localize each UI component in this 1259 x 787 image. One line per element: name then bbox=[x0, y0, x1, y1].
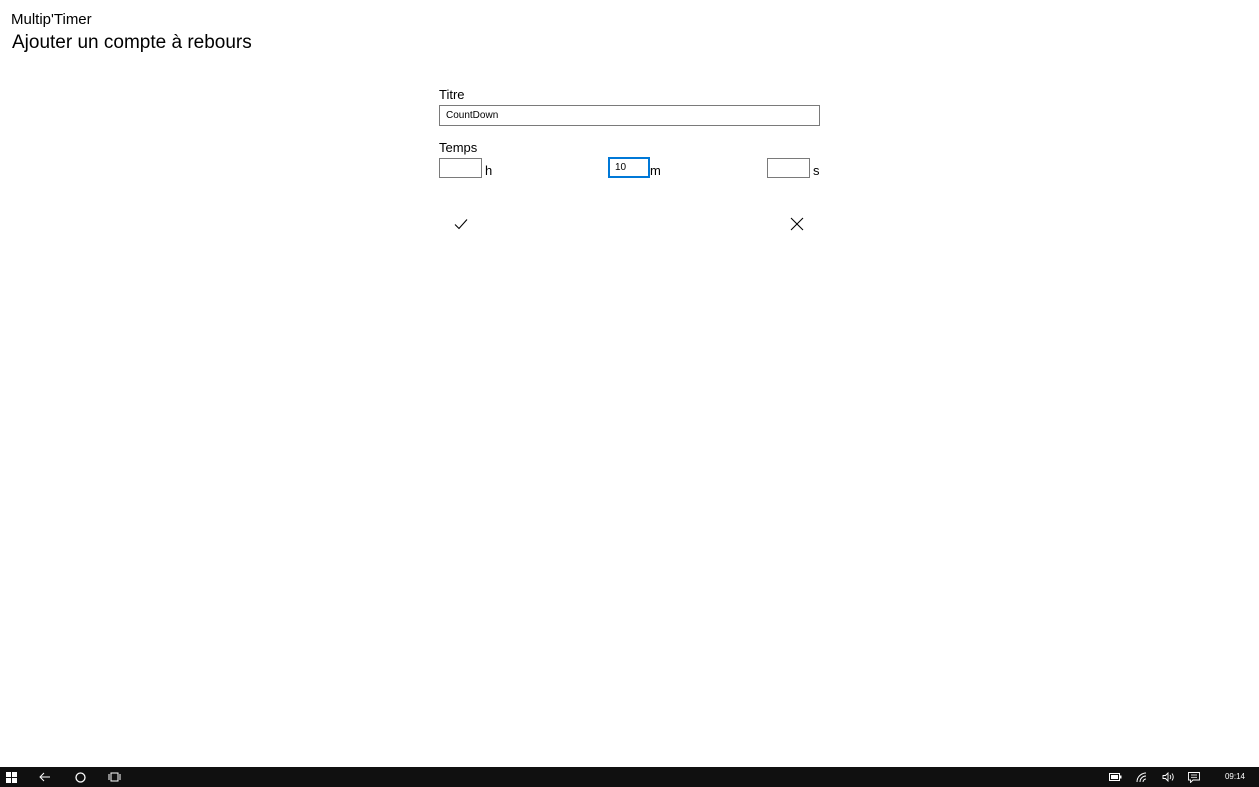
taskbar-clock[interactable]: 09:14 bbox=[1225, 771, 1245, 783]
minutes-unit-label: m bbox=[650, 163, 661, 178]
back-arrow-icon[interactable] bbox=[38, 770, 52, 784]
confirm-button[interactable] bbox=[448, 211, 474, 237]
seconds-input[interactable] bbox=[767, 158, 810, 178]
cortana-circle-icon[interactable] bbox=[73, 770, 87, 784]
close-icon bbox=[790, 217, 804, 231]
wifi-icon[interactable] bbox=[1135, 770, 1149, 784]
title-input[interactable] bbox=[439, 105, 820, 126]
app-window: Multip'Timer Ajouter un compte à rebours… bbox=[0, 0, 1259, 767]
battery-icon[interactable] bbox=[1108, 770, 1122, 784]
cancel-button[interactable] bbox=[784, 211, 810, 237]
time-label: Temps bbox=[439, 140, 478, 155]
task-view-icon[interactable] bbox=[107, 770, 121, 784]
app-name: Multip'Timer bbox=[11, 11, 92, 28]
windows-start-icon[interactable] bbox=[4, 770, 18, 784]
seconds-unit-label: s bbox=[813, 163, 820, 178]
minutes-input[interactable] bbox=[608, 157, 650, 178]
action-center-icon[interactable] bbox=[1187, 770, 1201, 784]
page-title: Ajouter un compte à rebours bbox=[12, 32, 252, 53]
volume-icon[interactable] bbox=[1161, 770, 1175, 784]
title-label: Titre bbox=[439, 87, 465, 102]
taskbar: 09:14 bbox=[0, 767, 1259, 787]
checkmark-icon bbox=[454, 219, 468, 230]
hours-unit-label: h bbox=[485, 163, 493, 178]
hours-input[interactable] bbox=[439, 158, 482, 178]
